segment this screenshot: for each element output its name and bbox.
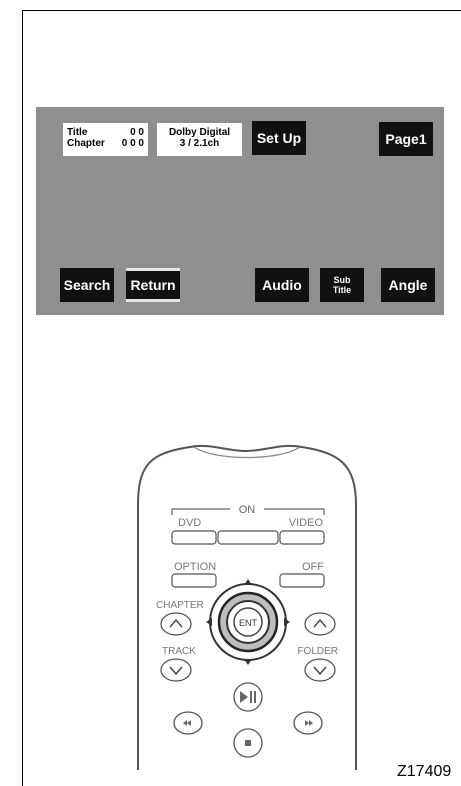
remote-top-curve (193, 446, 301, 459)
track-down-button[interactable] (160, 658, 192, 682)
folder-label: FOLDER (297, 646, 338, 657)
chapter-label: CHAPTER (156, 600, 204, 611)
option-label: OPTION (174, 561, 216, 573)
track-label: TRACK (162, 646, 196, 657)
on-button[interactable] (217, 530, 279, 545)
chevron-down-icon (169, 666, 183, 676)
audio-channels: 3 / 2.1ch (179, 138, 220, 149)
audio-button[interactable]: Audio (255, 268, 309, 302)
chevron-up-icon (169, 618, 183, 628)
arrow-left-icon (206, 618, 212, 626)
search-button[interactable]: Search (60, 268, 114, 302)
dvd-label: DVD (178, 517, 201, 529)
chapter-value: 0 0 0 (121, 138, 144, 149)
arrow-up-icon (244, 579, 252, 585)
title-label: Title (67, 127, 88, 138)
play-icon (240, 691, 248, 703)
dvd-screen-panel: Title 0 0 Chapter 0 0 0 Dolby Digital 3 / … (36, 107, 444, 315)
dvd-button[interactable] (171, 530, 217, 545)
angle-button[interactable]: Angle (381, 268, 435, 302)
chapter-up-button[interactable] (160, 612, 192, 636)
subtitle-line2: Title (332, 285, 352, 295)
on-label: ON (239, 504, 256, 516)
figure-id: Z17409 (397, 763, 452, 780)
off-label: OFF (302, 561, 324, 573)
audio-format-info: Dolby Digital 3 / 2.1ch (157, 123, 242, 156)
remote-control-illustration: ON DVD VIDEO OPTION OFF CHAPTER TRACK FO… (137, 444, 357, 770)
chevron-up-icon (313, 618, 327, 628)
rewind-icon (183, 720, 191, 726)
arrow-down-icon (244, 659, 252, 665)
page1-button[interactable]: Page1 (379, 122, 433, 156)
fast-forward-icon (305, 720, 313, 726)
subtitle-button[interactable]: Sub Title (320, 268, 364, 302)
setup-button[interactable]: Set Up (252, 121, 306, 155)
pause-icon (250, 691, 252, 703)
frame-left-border (22, 10, 23, 786)
folder-up-button[interactable] (304, 612, 336, 636)
video-label: VIDEO (289, 517, 324, 529)
frame-top-border (22, 10, 461, 11)
folder-down-button[interactable] (304, 658, 336, 682)
chapter-label: Chapter (67, 138, 105, 149)
stop-icon (245, 740, 251, 746)
off-button[interactable] (279, 573, 325, 588)
chevron-down-icon (313, 666, 327, 676)
title-value: 0 0 (130, 127, 144, 138)
subtitle-line1: Sub (333, 275, 351, 285)
return-button[interactable]: Return (126, 268, 180, 302)
ent-label: ENT (239, 618, 258, 628)
video-button[interactable] (279, 530, 325, 545)
audio-format: Dolby Digital (168, 127, 231, 138)
option-button[interactable] (171, 573, 217, 588)
arrow-right-icon (284, 618, 290, 626)
title-chapter-info: Title 0 0 Chapter 0 0 0 (63, 123, 148, 156)
